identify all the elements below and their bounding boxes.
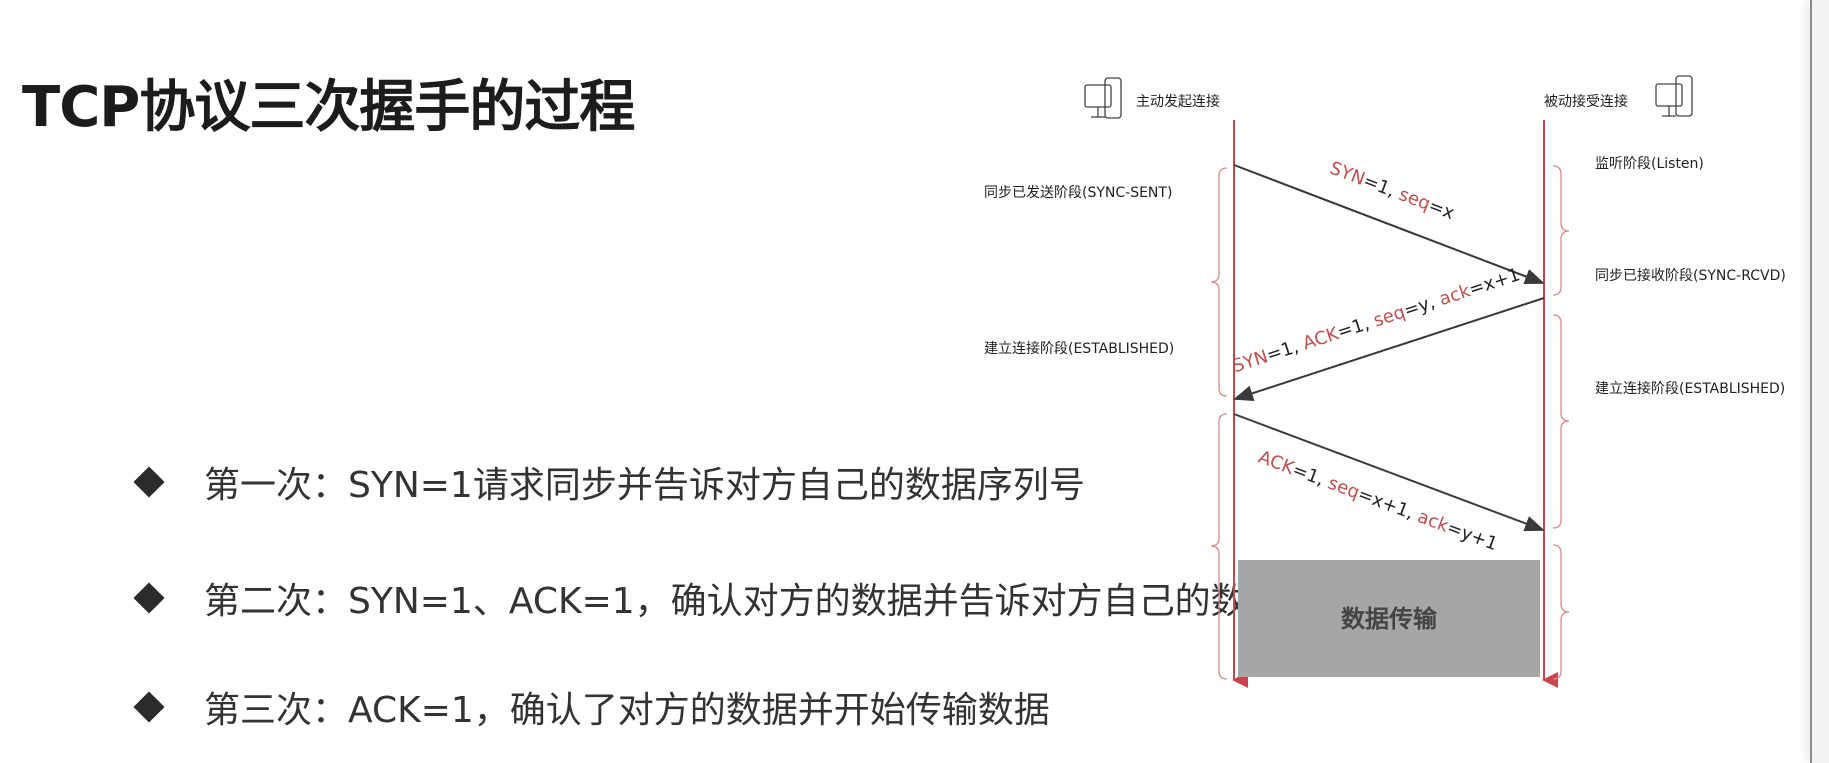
- phase-sync-rcvd: 同步已接收阶段(SYNC-RCVD): [1595, 267, 1786, 284]
- syn-message: SYN=1, seq=x: [1327, 158, 1458, 224]
- computer-icon: [1655, 75, 1693, 117]
- right-brace: [1552, 314, 1570, 529]
- right-brace: [1552, 544, 1570, 680]
- data-transfer-label: 数据传输: [1341, 605, 1438, 633]
- left-brace: [1210, 167, 1228, 397]
- side-panel-edge: [1810, 0, 1829, 763]
- phase-established-server: 建立连接阶段(ESTABLISHED): [1595, 380, 1785, 397]
- client-label: 主动发起连接: [1136, 93, 1220, 110]
- computer-icon: [1084, 77, 1122, 119]
- left-brace: [1210, 413, 1228, 680]
- phase-listen: 监听阶段(Listen): [1595, 156, 1704, 172]
- right-brace: [1552, 165, 1570, 296]
- syn-ack-message: SYN=1, ACK=1, seq=y, ack=x+1: [1230, 264, 1523, 377]
- server-label: 被动接受连接: [1544, 93, 1628, 110]
- handshake-diagram: 主动发起连接 被动接受连接 数据传输 SYN=1, seq=x SYN=1, A…: [984, 75, 1786, 688]
- phase-sync-sent: 同步已发送阶段(SYNC-SENT): [984, 185, 1172, 201]
- phase-established-client: 建立连接阶段(ESTABLISHED): [984, 340, 1174, 357]
